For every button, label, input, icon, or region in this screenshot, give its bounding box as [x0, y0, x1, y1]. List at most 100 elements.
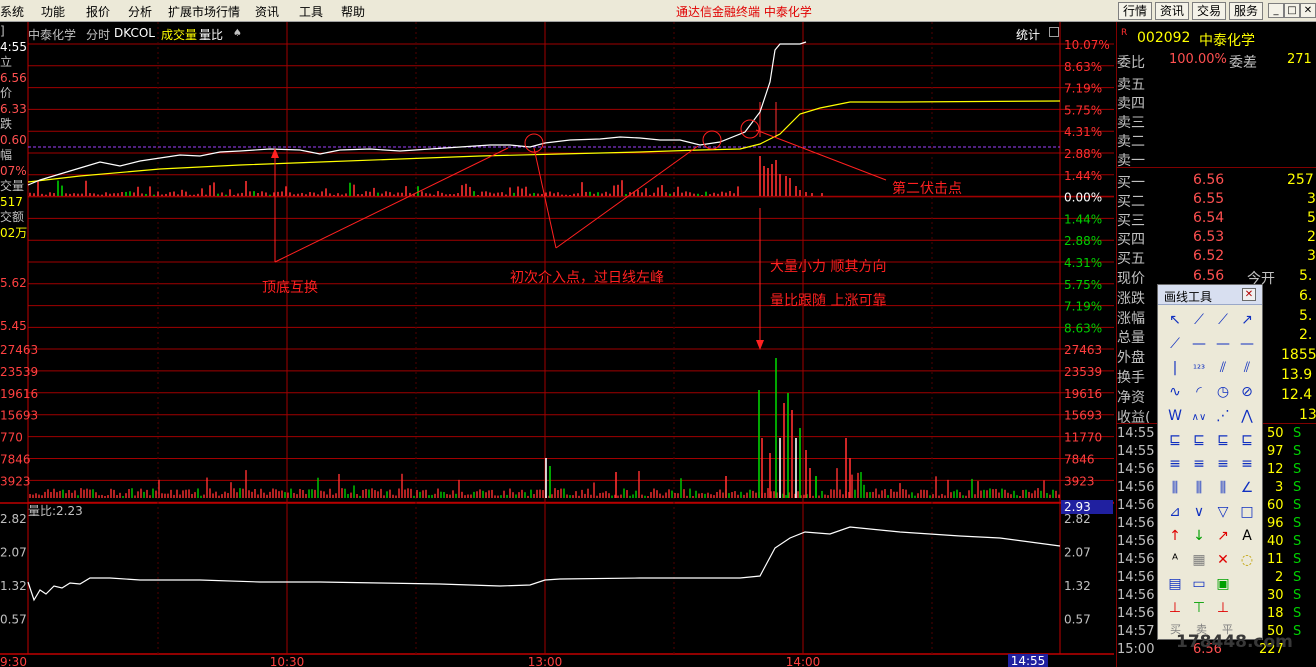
time-axis-label: 9:30 — [0, 655, 27, 667]
maximize-icon[interactable]: □ — [1284, 3, 1300, 18]
svg-text:∿: ∿ — [1169, 384, 1181, 400]
svg-text:ᴬ: ᴬ — [1172, 552, 1178, 568]
tool-h-seg-icon[interactable]: — — [1240, 336, 1254, 352]
chart-canvas: 10.07% 8.63% 7.19% 5.75% 4.31% 2.88% 1.44% 0.00… — [0, 22, 1114, 667]
tool-polyline-icon[interactable]: ⋰ — [1216, 408, 1230, 424]
menu-system[interactable]: 系统 — [0, 3, 24, 20]
tool-zigzag-icon[interactable]: ∧∨ — [1192, 412, 1207, 423]
tool-text-a-icon[interactable]: ᴬ — [1172, 552, 1178, 568]
menu-extended-market[interactable]: 扩展市场行情 — [168, 3, 240, 20]
tool-calc-icon[interactable]: ▣ — [1216, 576, 1229, 592]
spade-icon[interactable]: ♠ — [233, 28, 242, 39]
buy-volume: 5 — [1307, 210, 1316, 226]
menu-analysis[interactable]: 分析 — [128, 3, 152, 20]
tool-pencil-icon[interactable]: ↗ — [1217, 528, 1229, 544]
tool-up-arrow-icon[interactable]: ↑ — [1169, 528, 1181, 544]
sell-level: 卖五 — [1117, 74, 1316, 93]
tick-t: 14:56 — [1117, 534, 1155, 549]
tool-wave-icon[interactable]: ∿ — [1169, 384, 1181, 400]
tool-v-mark-icon[interactable]: ∨ — [1194, 504, 1204, 520]
svg-text:⟋: ⟋ — [1194, 312, 1204, 328]
volume-axis-label-left: 15693 — [0, 409, 38, 423]
tool-v-line-icon[interactable]: | — [1173, 360, 1178, 376]
chart-ratio-label[interactable]: 量比 — [199, 26, 223, 43]
tool-arc-icon[interactable]: ◜ — [1196, 384, 1202, 400]
tool-period-icon[interactable]: ≡ — [1217, 456, 1229, 472]
menu-quote[interactable]: 报价 — [86, 3, 110, 20]
tool-buy-mark-icon[interactable]: ⊥ — [1169, 600, 1181, 616]
stat-row-label: 换手 — [1117, 370, 1145, 386]
svg-text:—: — — [1240, 336, 1254, 352]
tool-fib-fan-icon[interactable]: ≡ — [1193, 456, 1205, 472]
tools-close-icon[interactable]: ✕ — [1242, 288, 1256, 301]
news-button[interactable]: 资讯 — [1155, 2, 1189, 20]
tool-ellipse-icon[interactable]: ⊘ — [1241, 384, 1253, 400]
tool-box-icon[interactable]: ▦ — [1192, 552, 1205, 568]
tool-triangle-icon[interactable]: ⋀ — [1240, 408, 1253, 424]
tool-price-label-icon[interactable]: ¹²³ — [1193, 364, 1205, 375]
minimize-icon[interactable]: _ — [1268, 3, 1284, 18]
tool-paint-icon[interactable]: ◌ — [1241, 552, 1253, 568]
svg-text:⫽: ⫽ — [1243, 360, 1251, 376]
tool-rect-icon[interactable]: □ — [1240, 504, 1253, 520]
tool-cycle-icon[interactable]: ≡ — [1241, 456, 1253, 472]
tool-ruler-icon[interactable]: ▭ — [1192, 576, 1205, 592]
tool-flat-mark-icon[interactable]: ⊥ — [1217, 600, 1229, 616]
axis-labels: 10.07% 8.63% 7.19% 5.75% 4.31% 2.88% 1.44% 0.00… — [0, 38, 1113, 667]
collapse-icon[interactable] — [1049, 27, 1059, 37]
tool-wave-w-icon[interactable]: W — [1168, 408, 1182, 424]
menu-function[interactable]: 功能 — [41, 3, 65, 20]
svg-text:✕: ✕ — [1217, 552, 1229, 568]
quote-button[interactable]: 行情 — [1118, 2, 1152, 20]
stat-row-label: 涨跌 — [1117, 290, 1145, 307]
tool-gap-text-icon[interactable]: ⊑ — [1241, 432, 1253, 448]
menu-news[interactable]: 资讯 — [255, 3, 279, 20]
tool-h-levels-icon[interactable]: ⫼ — [1172, 480, 1178, 496]
tool-segment-icon[interactable]: ⟋ — [1170, 336, 1180, 352]
trade-button[interactable]: 交易 — [1192, 2, 1226, 20]
tool-fan-icon[interactable]: ⊿ — [1169, 504, 1181, 520]
tool-channel-icon[interactable]: ⫽ — [1243, 360, 1251, 376]
close-icon[interactable]: ✕ — [1300, 3, 1316, 18]
svg-text:|: | — [1173, 360, 1178, 376]
tool-gap-fib-icon[interactable]: ⊑ — [1169, 432, 1181, 448]
stat-button[interactable]: 统计 — [1016, 26, 1040, 43]
tool-h-ray-icon[interactable]: — — [1216, 336, 1230, 352]
tool-list-icon[interactable]: ▤ — [1168, 576, 1181, 592]
tool-v-levels-icon[interactable]: ⫼ — [1196, 480, 1202, 496]
menu-tools[interactable]: 工具 — [299, 3, 323, 20]
volume-axis-label-left: 19616 — [0, 387, 38, 401]
intraday-chart[interactable]: 10.07% 8.63% 7.19% 5.75% 4.31% 2.88% 1.44% 0.00… — [0, 22, 1116, 667]
chart-indicator[interactable]: DKCOL — [114, 26, 155, 40]
tool-down-arrow-icon[interactable]: ↓ — [1193, 528, 1205, 544]
tool-ray-icon[interactable]: ⟋ — [1218, 312, 1228, 328]
tools-titlebar[interactable]: 画线工具 ✕ — [1158, 285, 1262, 305]
buy-price: 6.54 — [1193, 210, 1225, 226]
tool-arrow-line-icon[interactable]: ↗ — [1241, 312, 1253, 328]
tool-sell-mark-icon[interactable]: ⊤ — [1193, 600, 1205, 616]
service-button[interactable]: 服务 — [1229, 2, 1263, 20]
left-info-item: 02万 — [0, 225, 28, 240]
tool-triangle-down-icon[interactable]: ▽ — [1218, 504, 1229, 520]
tool-split-icon[interactable]: ⫼ — [1220, 480, 1226, 496]
tool-h-line-icon[interactable]: — — [1192, 336, 1206, 352]
menu-help[interactable]: 帮助 — [341, 3, 365, 20]
tool-gap-box-icon[interactable]: ⊑ — [1217, 432, 1229, 448]
tool-fib-lines-icon[interactable]: ≡ — [1169, 456, 1181, 472]
drawing-tools-window[interactable]: 画线工具 ✕ ↖ ⟋ ⟋ ↗ ⟋ — — — | ¹²³ ⫽ ⫽ ∿ ◜ ◷ ⊘ W ∧∨ ⋰ ⋀ ⊑ ⊑ ⊑ ⊑ ≡ ≡ ≡ ≡ ⫼ ⫼… — [1157, 284, 1263, 640]
left-info-item: 07% — [0, 163, 27, 178]
tool-circle-icon[interactable]: ◷ — [1217, 384, 1229, 400]
tool-gap-gann-icon[interactable]: ⊑ — [1193, 432, 1205, 448]
chart-volume-label[interactable]: 成交量 — [161, 26, 197, 43]
tool-parallel-icon[interactable]: ⫽ — [1219, 360, 1227, 376]
chart-mode[interactable]: 分时 — [86, 26, 110, 43]
tool-line-icon[interactable]: ⟋ — [1194, 312, 1204, 328]
tool-delete-icon[interactable]: ✕ — [1217, 552, 1229, 568]
tool-text-icon[interactable]: A — [1242, 528, 1252, 544]
tick-t: 14:56 — [1117, 462, 1155, 477]
tool-gann-fan-icon[interactable]: ∠ — [1241, 480, 1254, 496]
tools-grid: ↖ ⟋ ⟋ ↗ ⟋ — — — | ¹²³ ⫽ ⫽ ∿ ◜ ◷ ⊘ W ∧∨ ⋰ ⋀ ⊑ ⊑ ⊑ ⊑ ≡ ≡ ≡ ≡ ⫼ ⫼ ⫼ ∠ ⊿ ∨ ▽ □ ↑… — [1168, 312, 1254, 616]
tick-s: S — [1293, 534, 1302, 549]
buy-level: 买五 6.52 3 — [1117, 248, 1316, 267]
tool-cursor-icon[interactable]: ↖ — [1169, 312, 1181, 328]
